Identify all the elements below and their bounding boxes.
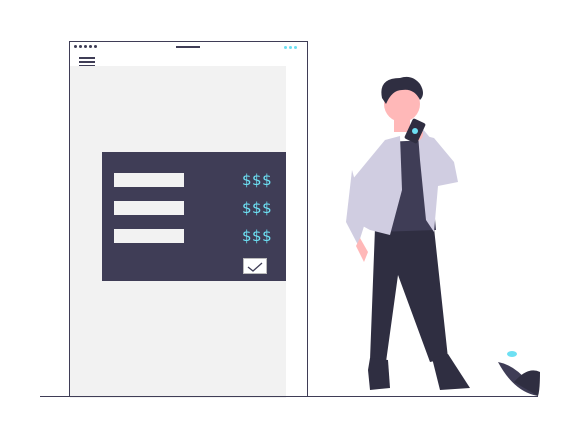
window-dot [94, 45, 97, 48]
speaker-bar [176, 46, 200, 48]
window-dot [79, 45, 82, 48]
checkmark-icon [247, 262, 263, 272]
window-dot [84, 45, 87, 48]
price-row-3-value: $$$ [242, 227, 273, 245]
price-row-3-label [114, 229, 184, 243]
price-row-1-label [114, 173, 184, 187]
price-row-2-label [114, 201, 184, 215]
price-card: $$$ $$$ $$$ [102, 152, 286, 281]
price-row-1-value: $$$ [242, 171, 273, 189]
status-dot [284, 46, 287, 49]
status-dot [294, 46, 297, 49]
window-dot [89, 45, 92, 48]
window-dot [74, 45, 77, 48]
window-dots [74, 45, 97, 48]
price-row-2-value: $$$ [242, 199, 273, 217]
status-dots [284, 46, 297, 49]
confirm-checkbox[interactable] [243, 258, 267, 274]
status-dot [289, 46, 292, 49]
ground-line [40, 396, 538, 397]
person-illustration [346, 76, 470, 390]
plant-illustration [498, 351, 540, 396]
